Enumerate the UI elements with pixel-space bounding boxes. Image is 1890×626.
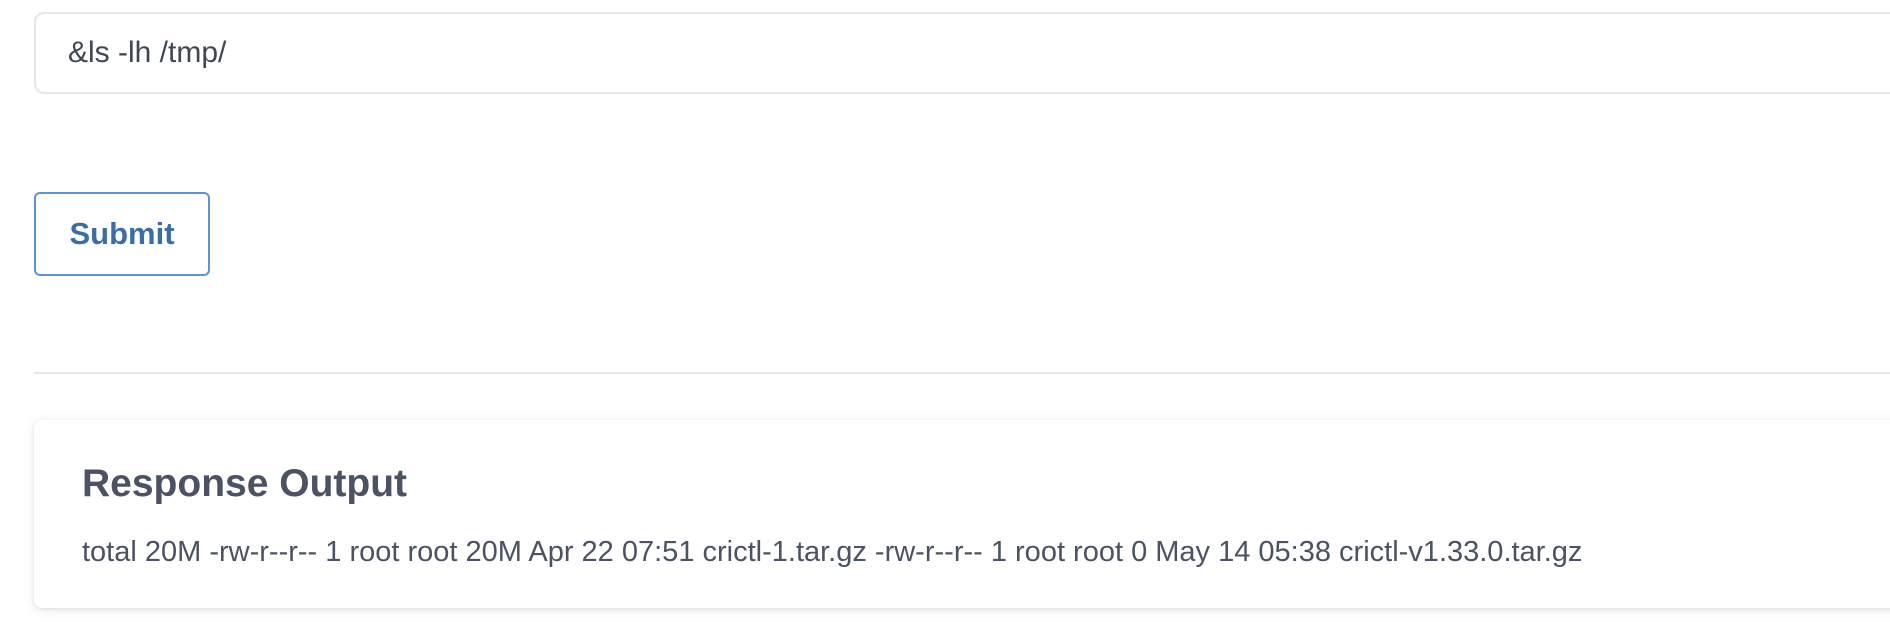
response-output-title: Response Output bbox=[82, 462, 408, 505]
response-output-card: Response Output total 20M -rw-r--r-- 1 r… bbox=[34, 420, 1890, 608]
command-input[interactable] bbox=[34, 12, 1890, 94]
submit-button[interactable]: Submit bbox=[34, 192, 210, 276]
response-output-text: total 20M -rw-r--r-- 1 root root 20M Apr… bbox=[82, 536, 1583, 568]
page: Submit Response Output total 20M -rw-r--… bbox=[0, 0, 1890, 626]
divider bbox=[34, 372, 1890, 374]
